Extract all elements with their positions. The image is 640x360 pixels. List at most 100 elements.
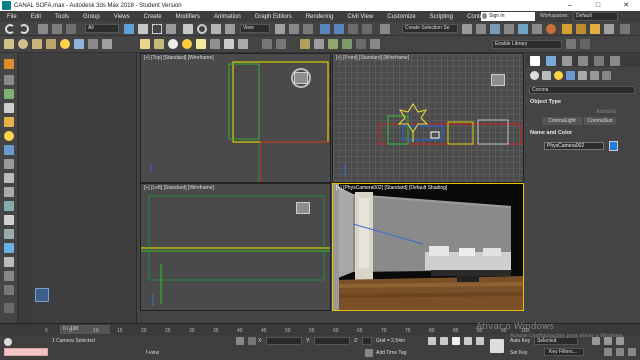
filter-bones-icon[interactable]: [4, 215, 14, 225]
time-slider[interactable]: 0 / 100: [60, 325, 110, 334]
corona-material-icon[interactable]: [168, 39, 178, 49]
filter-xrefs-icon[interactable]: [4, 201, 14, 211]
viewport-camera-label[interactable]: [+] [PhysCamera002] [Standard] [Default …: [336, 185, 447, 191]
redo-icon[interactable]: [19, 24, 29, 34]
name-and-color-rollout[interactable]: Name and Color: [530, 130, 572, 136]
percent-snap-icon[interactable]: [348, 24, 358, 34]
workspace-dropdown[interactable]: Default: [573, 12, 618, 21]
cameras-category-icon[interactable]: [566, 71, 575, 80]
viewport-layout-icon[interactable]: [262, 39, 272, 49]
shelf-box-icon[interactable]: [4, 39, 14, 49]
viewcube-front[interactable]: [491, 74, 505, 86]
extra-tools-icon[interactable]: [620, 24, 630, 34]
set-key-button[interactable]: Set Key: [510, 350, 528, 356]
object-paint-dropdown[interactable]: Enable Library: [492, 40, 562, 49]
sign-in-button[interactable]: Sign In: [481, 12, 535, 21]
rendered-frame-window-icon[interactable]: [576, 24, 586, 34]
brush-icon[interactable]: [300, 39, 310, 49]
keyboard-shortcut-icon[interactable]: [303, 24, 313, 34]
viewport-left[interactable]: [+] [Left] [Standard] [Wireframe]: [140, 183, 331, 311]
filter-shapes-icon[interactable]: [4, 117, 14, 127]
select-object-icon[interactable]: [124, 24, 134, 34]
close-button[interactable]: ✕: [612, 0, 640, 11]
menu-civil-view[interactable]: Civil View: [340, 14, 380, 20]
library-settings-icon[interactable]: [580, 39, 590, 49]
unlink-icon[interactable]: [52, 24, 62, 34]
object-color-swatch[interactable]: [609, 141, 618, 151]
shelf-helper-icon[interactable]: [88, 39, 98, 49]
select-manipulate-icon[interactable]: [289, 24, 299, 34]
menu-scripting[interactable]: Scripting: [423, 14, 460, 20]
orbit-icon[interactable]: [604, 348, 612, 356]
edit-named-selection-icon[interactable]: [380, 24, 390, 34]
mirror-icon[interactable]: [462, 24, 472, 34]
corona-proxy-icon[interactable]: [210, 39, 220, 49]
pivot-point-icon[interactable]: [275, 24, 285, 34]
schematic-view-icon[interactable]: [532, 24, 542, 34]
go-to-end-icon[interactable]: [476, 337, 484, 345]
render-production-icon[interactable]: [590, 24, 600, 34]
align-icon[interactable]: [476, 24, 486, 34]
key-filters-button[interactable]: Key Filters...: [544, 348, 584, 356]
menu-group[interactable]: Group: [76, 14, 107, 20]
viewport-top[interactable]: [+] [Top] [Standard] [Wireframe]: [140, 53, 331, 183]
maximize-viewport-icon[interactable]: [276, 39, 286, 49]
play-icon[interactable]: [452, 337, 460, 345]
snaps-toggle-icon[interactable]: [320, 24, 330, 34]
filter-spacewarps-icon[interactable]: [4, 173, 14, 183]
populate-icon[interactable]: [342, 39, 352, 49]
minimize-button[interactable]: –: [556, 0, 584, 11]
filter-helpers-icon[interactable]: [4, 159, 14, 169]
move-icon[interactable]: [183, 24, 193, 34]
autogrid-checkbox[interactable]: AutoGrid: [586, 108, 626, 116]
shelf-tube-icon[interactable]: [46, 39, 56, 49]
render-setup-icon[interactable]: [562, 24, 572, 34]
create-tab-icon[interactable]: [530, 56, 540, 66]
y-coordinate-field[interactable]: [314, 337, 350, 345]
x-coordinate-field[interactable]: [266, 337, 302, 345]
maxscript-listener-icon[interactable]: [4, 338, 12, 346]
geometry-category-icon[interactable]: [530, 71, 539, 80]
systems-category-icon[interactable]: [602, 71, 611, 80]
viewcube-left[interactable]: [296, 202, 310, 214]
filter-frozen-icon[interactable]: [4, 243, 14, 253]
hierarchy-tool-icon[interactable]: [4, 89, 14, 99]
scatter-icon[interactable]: [328, 39, 338, 49]
bind-space-warp-icon[interactable]: [66, 24, 76, 34]
menu-rendering[interactable]: Rendering: [299, 14, 341, 20]
display-children-icon[interactable]: [4, 285, 14, 295]
window-crossing-icon[interactable]: [166, 24, 176, 34]
filter-cameras-icon[interactable]: [4, 145, 14, 155]
filter-all-icon[interactable]: [4, 271, 14, 281]
render-iterative-icon[interactable]: [604, 24, 614, 34]
corona-interactive-icon[interactable]: [154, 39, 164, 49]
shelf-cylinder-icon[interactable]: [32, 39, 42, 49]
helpers-category-icon[interactable]: [578, 71, 587, 80]
time-tag-icon[interactable]: [365, 349, 373, 357]
curve-editor-icon[interactable]: [518, 24, 528, 34]
corona-camera-icon[interactable]: [224, 39, 234, 49]
lights-category-icon[interactable]: [554, 71, 563, 80]
create-tool-icon[interactable]: [4, 75, 14, 85]
corona-light-button[interactable]: CoronaLight: [542, 117, 582, 125]
shelf-light-icon[interactable]: [60, 39, 70, 49]
menu-tools[interactable]: Tools: [48, 14, 76, 20]
rotate-icon[interactable]: [197, 24, 207, 34]
menu-animation[interactable]: Animation: [207, 14, 248, 20]
key-icon[interactable]: [490, 339, 504, 353]
modify-tab-icon[interactable]: [546, 56, 556, 66]
named-selection-dropdown[interactable]: Create Selection Se: [402, 24, 458, 33]
shelf-camera-icon[interactable]: [74, 39, 84, 49]
menu-customize[interactable]: Customize: [380, 14, 422, 20]
menu-edit[interactable]: Edit: [24, 14, 48, 20]
corona-sun-icon[interactable]: [182, 39, 192, 49]
rectangular-selection-icon[interactable]: [152, 24, 162, 34]
add-time-tag[interactable]: Add Time Tag: [376, 350, 406, 356]
display-tab-icon[interactable]: [594, 56, 604, 66]
hierarchy-tab-icon[interactable]: [562, 56, 572, 66]
viewport-front[interactable]: [+] [Front] [Standard] [Wireframe]: [332, 53, 524, 183]
menu-modifiers[interactable]: Modifiers: [169, 14, 207, 20]
filter-groups-icon[interactable]: [4, 187, 14, 197]
scale-icon[interactable]: [211, 24, 221, 34]
maximize-toggle-icon[interactable]: [628, 348, 636, 356]
